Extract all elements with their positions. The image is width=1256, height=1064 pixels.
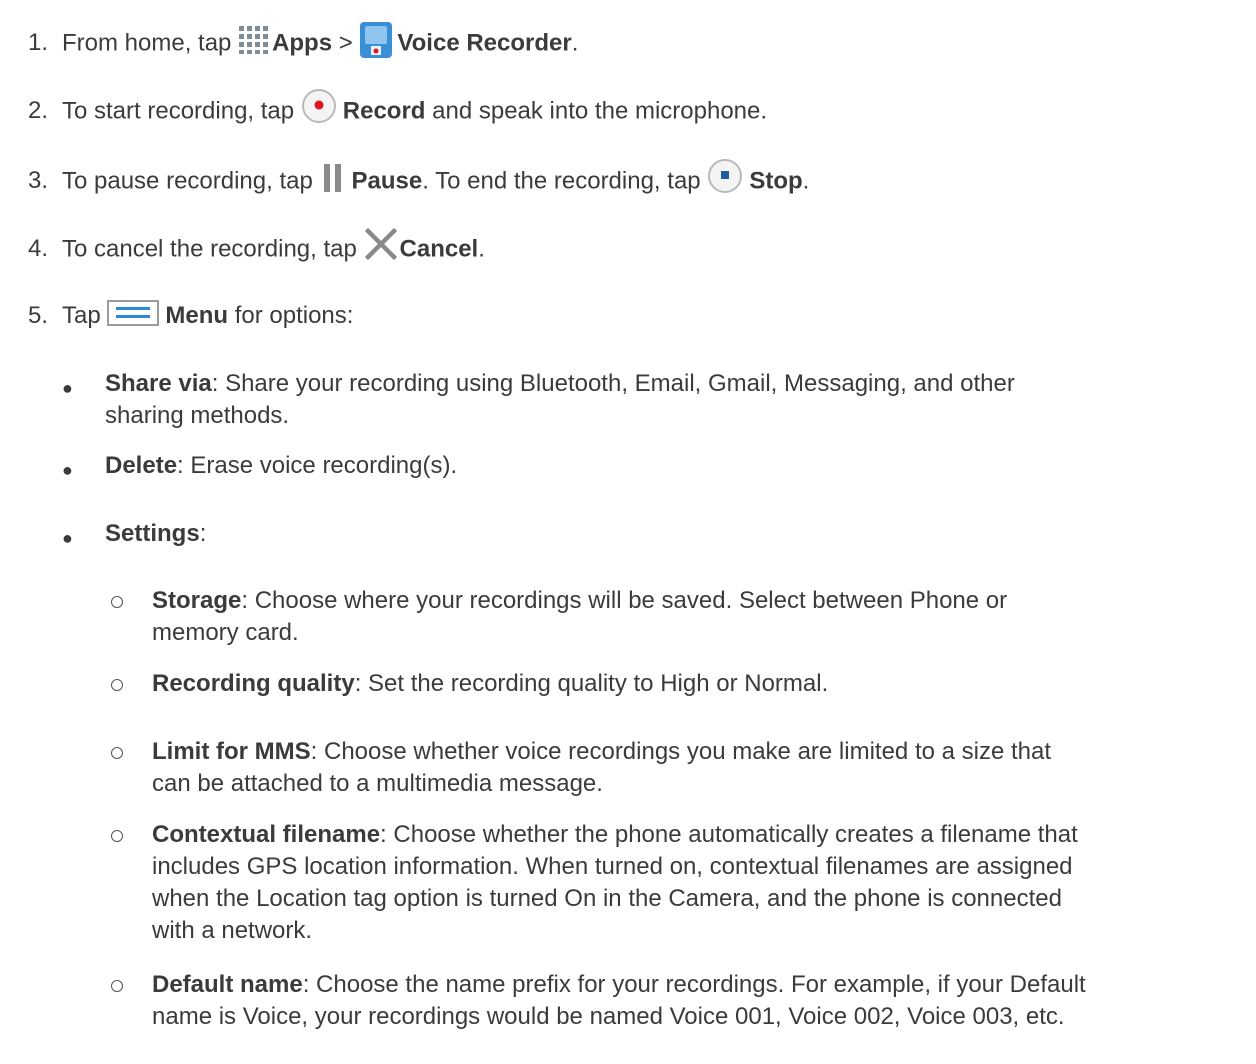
voice-recorder-app-icon <box>359 22 393 58</box>
cancel-x-icon <box>364 227 398 261</box>
stop-label: Stop <box>749 167 803 195</box>
step-4: 4. To cancel the recording, tap Cancel. <box>28 227 485 267</box>
bullet: ● <box>62 378 73 398</box>
menu-icon <box>107 299 160 326</box>
step-number: 5. <box>28 302 49 329</box>
stop-icon <box>707 158 743 194</box>
voice-recorder-label: Voice Recorder <box>397 29 572 57</box>
apps-grid-icon <box>238 25 272 55</box>
sub-bullet <box>111 980 123 992</box>
record-icon <box>301 88 337 124</box>
sub-bullet <box>111 679 123 691</box>
bullet: ● <box>62 460 73 480</box>
step-5: 5. Tap Menu for options: <box>28 299 353 332</box>
record-label: Record <box>342 97 426 125</box>
step-2: 2. To start recording, tap Record and spe… <box>28 89 767 130</box>
step-number: 1. <box>28 29 49 57</box>
bullet: ● <box>62 528 73 548</box>
pause-icon <box>320 162 348 194</box>
sub-bullet <box>111 830 123 842</box>
sub-bullet <box>111 596 123 608</box>
pause-label: Pause <box>351 167 423 195</box>
cancel-label: Cancel <box>399 235 479 263</box>
step-number: 4. <box>28 235 49 263</box>
step-3: 3. To pause recording, tap Pause. To end … <box>28 159 809 200</box>
sub-bullet <box>111 747 123 759</box>
menu-label: Menu <box>165 302 229 329</box>
step-1: 1. From home, tap Apps > Voice Recorder. <box>28 22 578 62</box>
step-number: 3. <box>28 167 49 195</box>
step-number: 2. <box>28 97 49 125</box>
apps-label: Apps <box>272 29 333 57</box>
